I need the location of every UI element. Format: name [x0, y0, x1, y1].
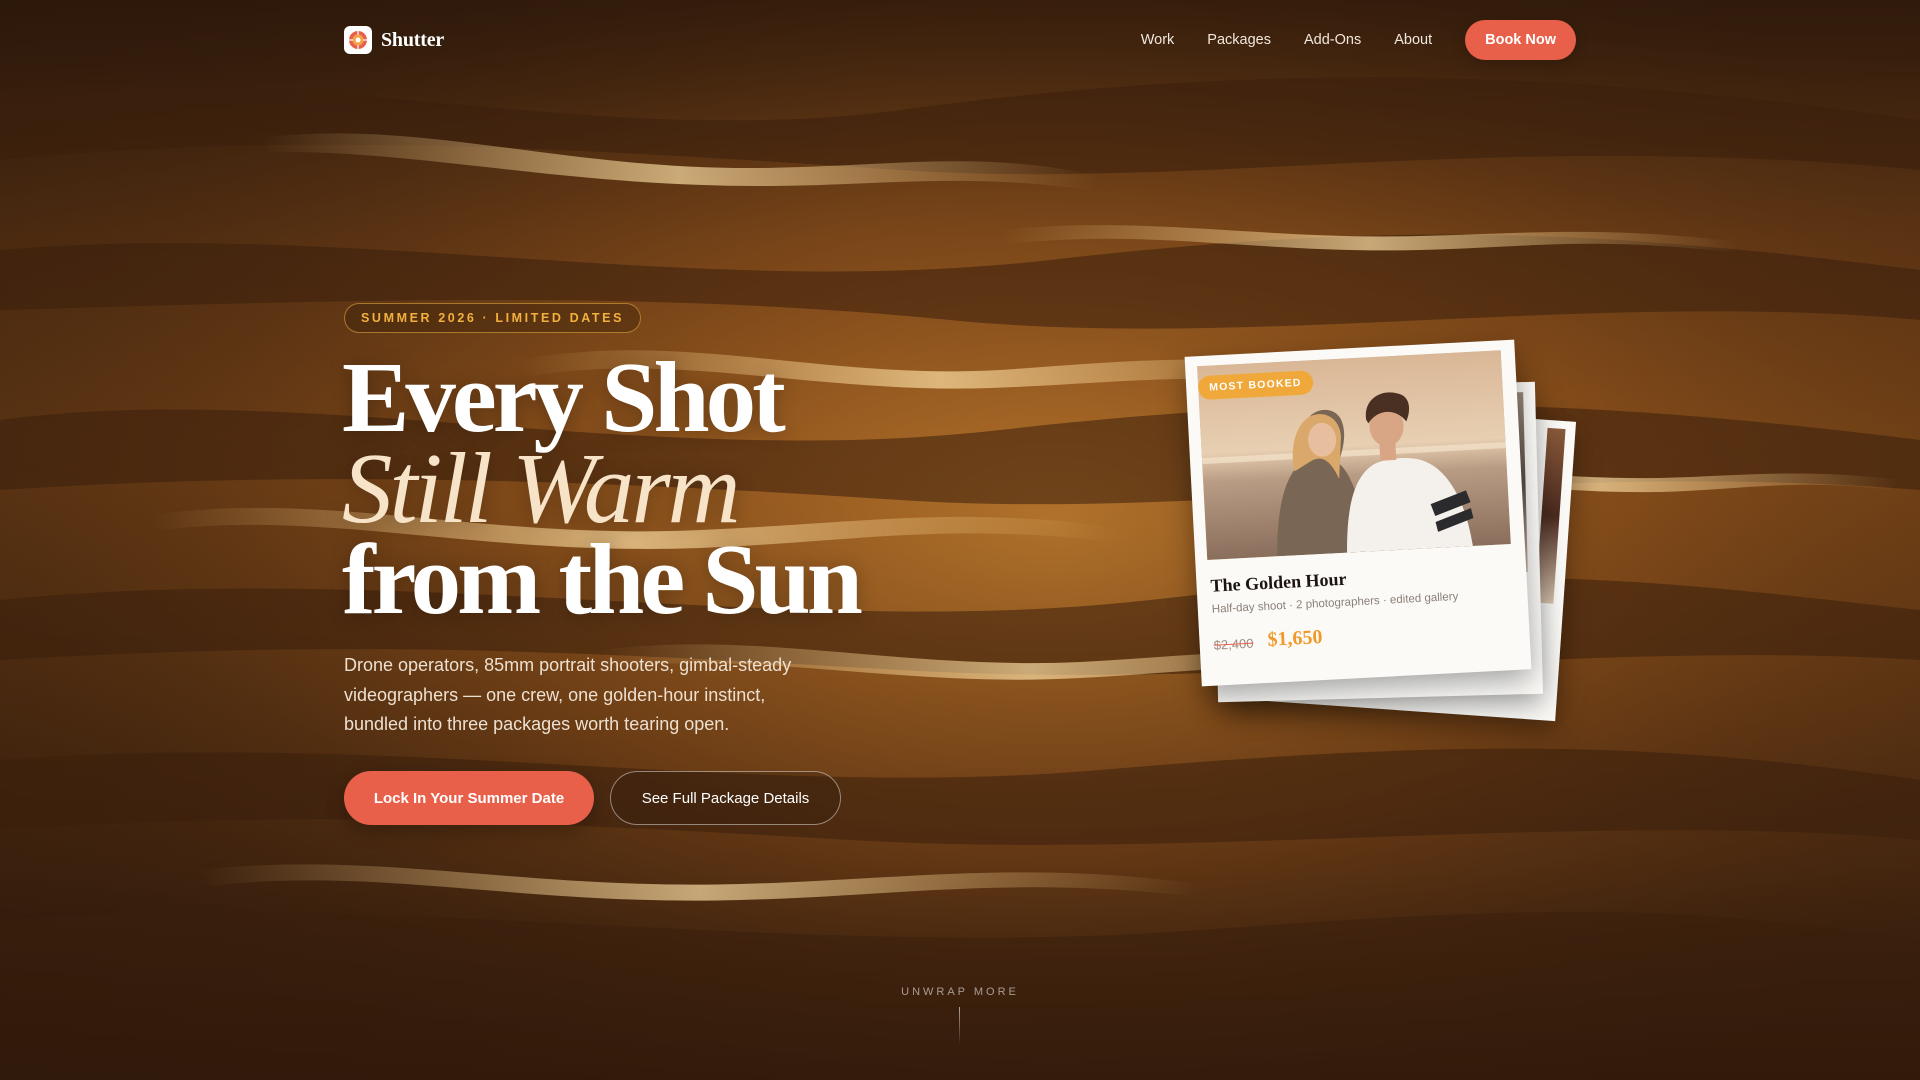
package-card-golden-hour[interactable]: MOST BOOKED The Golden Hour Half-day sho… [1184, 339, 1532, 687]
package-title: The Golden Hour [1210, 568, 1347, 596]
hero-background [0, 0, 1920, 1080]
headline-line-3: from the Sun [342, 523, 863, 635]
nav-link-packages[interactable]: Packages [1207, 32, 1271, 48]
brand[interactable]: Shutter [344, 26, 444, 54]
nav-link-add-ons[interactable]: Add-Ons [1304, 32, 1361, 48]
headline-line-2: Still Warm [342, 432, 741, 544]
package-old-price: $2,400 [1213, 635, 1254, 653]
hero-headline: Every Shot Still Warm from the Sun [342, 341, 863, 635]
book-now-button[interactable]: Book Now [1465, 20, 1576, 60]
sunset-water-image [0, 0, 1920, 1080]
scroll-hint[interactable]: UNWRAP MORE [0, 986, 1920, 998]
season-badge: SUMMER 2026 · LIMITED DATES [344, 303, 642, 333]
top-nav: Shutter Work Packages Add-Ons About Book… [344, 20, 1576, 60]
headline-line-1: Every Shot [342, 341, 786, 453]
camera-aperture-icon [344, 26, 372, 54]
brand-name: Shutter [381, 28, 445, 51]
lock-in-date-button[interactable]: Lock In Your Summer Date [344, 771, 594, 825]
package-new-price: $1,650 [1266, 626, 1324, 651]
see-package-details-button[interactable]: See Full Package Details [610, 771, 841, 825]
nav-link-work[interactable]: Work [1141, 32, 1175, 48]
hero-description: Drone operators, 85mm portrait shooters,… [344, 655, 792, 734]
scroll-indicator-line [959, 1007, 960, 1045]
nav-link-about[interactable]: About [1394, 32, 1432, 48]
